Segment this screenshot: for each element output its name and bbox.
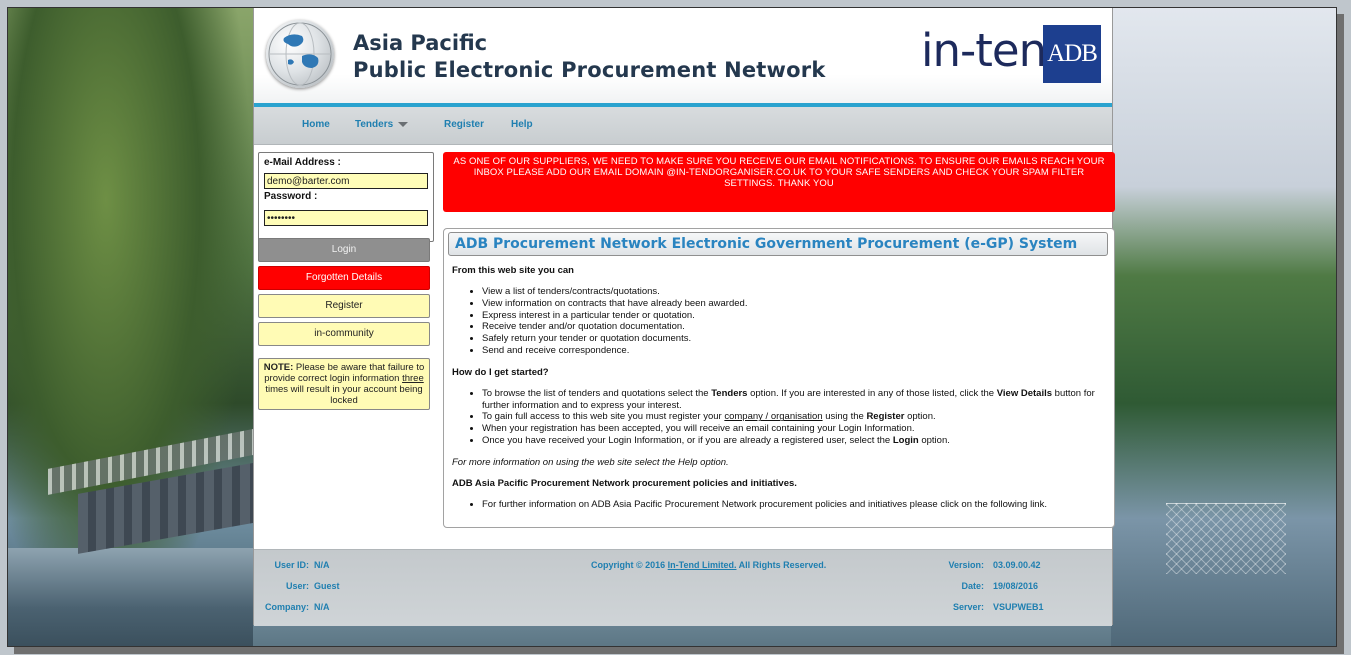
screenshot-frame: Asia Pacific Public Electronic Procureme… bbox=[7, 7, 1337, 647]
nav-help[interactable]: Help bbox=[511, 119, 533, 130]
tenders-keyword: Tenders bbox=[711, 387, 748, 399]
company-value: N/A bbox=[314, 602, 330, 612]
intro-list: View a list of tenders/contracts/quotati… bbox=[452, 286, 1104, 357]
nav-tenders[interactable]: Tenders bbox=[355, 119, 409, 130]
start-list: To browse the list of tenders and quotat… bbox=[452, 388, 1104, 447]
list-item: Once you have received your Login Inform… bbox=[482, 435, 1104, 447]
in-tend-link[interactable]: In-Tend Limited. bbox=[668, 560, 737, 570]
site-title-line1: Asia Pacific bbox=[353, 31, 488, 55]
register-button[interactable]: Register bbox=[258, 294, 430, 318]
policies-list: For further information on ADB Asia Paci… bbox=[452, 499, 1104, 511]
in-community-button[interactable]: in-community bbox=[258, 322, 430, 346]
list-item: Receive tender and/or quotation document… bbox=[482, 321, 1104, 333]
nav-tenders-label: Tenders bbox=[355, 119, 394, 130]
date-label: Date: bbox=[961, 581, 984, 591]
note-label: NOTE: bbox=[263, 362, 294, 373]
start-text: option. bbox=[921, 434, 950, 446]
start-text: To browse the list of tenders and quotat… bbox=[482, 387, 709, 399]
password-field[interactable] bbox=[264, 210, 428, 226]
site-title: Asia Pacific Public Electronic Procureme… bbox=[353, 30, 826, 84]
list-item: When your registration has been accepted… bbox=[482, 423, 1104, 435]
user-value: Guest bbox=[314, 581, 340, 591]
list-item: For further information on ADB Asia Paci… bbox=[482, 499, 1104, 511]
password-label: Password : bbox=[264, 191, 318, 202]
login-button[interactable]: Login bbox=[258, 238, 430, 262]
globe-logo-icon bbox=[266, 20, 334, 88]
policies-heading: ADB Asia Pacific Procurement Network pro… bbox=[452, 477, 797, 489]
version-label: Version: bbox=[948, 560, 984, 570]
user-id-value: N/A bbox=[314, 560, 330, 570]
version-value: 03.09.00.42 bbox=[993, 560, 1041, 570]
list-item: Send and receive correspondence. bbox=[482, 345, 1104, 357]
panel-title: ADB Procurement Network Electronic Gover… bbox=[448, 232, 1108, 256]
login-form: e-Mail Address : Password : bbox=[258, 152, 434, 242]
start-heading: How do I get started? bbox=[452, 366, 549, 378]
main-nav: Home Tenders Register Help bbox=[254, 107, 1112, 145]
intro-heading: From this web site you can bbox=[452, 265, 574, 276]
note-three: three bbox=[402, 373, 424, 384]
server-value: VSUPWEB1 bbox=[993, 602, 1044, 612]
start-text: To gain full access to this web site you… bbox=[482, 411, 722, 423]
panel-content: From this web site you can View a list o… bbox=[452, 265, 1104, 521]
copyright-suffix: All Rights Reserved. bbox=[738, 560, 827, 570]
copyright-prefix: Copyright © 2016 bbox=[591, 560, 666, 570]
login-lockout-note: NOTE: Please be aware that failure to pr… bbox=[258, 358, 430, 410]
login-keyword: Login bbox=[892, 434, 919, 446]
copyright: Copyright © 2016 In-Tend Limited. All Ri… bbox=[591, 560, 826, 570]
register-keyword: Register bbox=[866, 411, 905, 423]
site-footer: User ID: N/A User: Guest Company: N/A Co… bbox=[254, 549, 1112, 626]
company-organisation-link[interactable]: company / organisation bbox=[724, 411, 822, 422]
company-label: Company: bbox=[264, 602, 309, 612]
list-item: Safely return your tender or quotation d… bbox=[482, 333, 1104, 345]
list-item: To gain full access to this web site you… bbox=[482, 411, 1104, 423]
email-notification-banner: AS ONE OF OUR SUPPLIERS, WE NEED TO MAKE… bbox=[443, 152, 1115, 212]
main-page: Asia Pacific Public Electronic Procureme… bbox=[253, 8, 1115, 626]
server-label: Server: bbox=[952, 602, 984, 612]
user-id-label: User ID: bbox=[274, 560, 309, 570]
nav-home[interactable]: Home bbox=[302, 119, 330, 130]
forgotten-details-button[interactable]: Forgotten Details bbox=[258, 266, 430, 290]
start-text: Once you have received your Login Inform… bbox=[482, 434, 891, 446]
adb-logo: ADB bbox=[1043, 25, 1101, 83]
email-label: e-Mail Address : bbox=[264, 157, 341, 168]
date-value: 19/08/2016 bbox=[993, 581, 1039, 591]
list-item: To browse the list of tenders and quotat… bbox=[482, 388, 1104, 412]
view-details-keyword: View Details bbox=[996, 387, 1053, 399]
start-text: using the bbox=[825, 411, 864, 423]
user-label: User: bbox=[285, 581, 309, 591]
start-text: option. If you are interested in any of … bbox=[750, 387, 995, 399]
content-panel: ADB Procurement Network Electronic Gover… bbox=[443, 228, 1115, 528]
list-item: View information on contracts that have … bbox=[482, 298, 1104, 310]
start-text: option. bbox=[907, 411, 936, 423]
site-title-line2: Public Electronic Procurement Network bbox=[353, 58, 826, 82]
list-item: View a list of tenders/contracts/quotati… bbox=[482, 286, 1104, 298]
site-header: Asia Pacific Public Electronic Procureme… bbox=[254, 8, 1112, 107]
background-water bbox=[8, 548, 253, 646]
list-item: Express interest in a particular tender … bbox=[482, 310, 1104, 322]
chevron-down-icon bbox=[398, 121, 409, 127]
email-field[interactable] bbox=[264, 173, 428, 189]
background-fishing-net bbox=[1166, 503, 1286, 574]
help-note: For more information on using the web si… bbox=[452, 456, 729, 468]
nav-register[interactable]: Register bbox=[444, 119, 484, 130]
note-text-2: times will result in your account being … bbox=[265, 384, 423, 406]
